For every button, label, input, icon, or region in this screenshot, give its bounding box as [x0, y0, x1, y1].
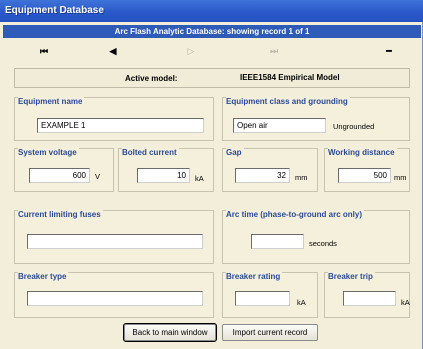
system-voltage-label: System voltage: [18, 148, 79, 157]
system-voltage-input[interactable]: 600: [29, 168, 90, 183]
record-navigation: ⏮ ◀ ▷ ⏭ ━: [0, 42, 423, 60]
bolted-current-input[interactable]: 10: [137, 168, 190, 183]
delete-record-icon[interactable]: ━: [378, 42, 400, 60]
breaker-trip-input[interactable]: [343, 291, 396, 306]
breaker-trip-label: Breaker trip: [328, 272, 375, 281]
working-distance-unit: mm: [394, 173, 407, 182]
gap-input[interactable]: 32: [235, 168, 290, 183]
bolted-current-group: Bolted current 10 kA: [118, 148, 214, 192]
system-voltage-group: System voltage 600 V: [14, 148, 114, 192]
breaker-type-input[interactable]: [27, 291, 203, 306]
arc-time-label: Arc time (phase-to-ground arc only): [226, 210, 365, 219]
working-distance-group: Working distance 500 mm: [324, 148, 410, 192]
system-voltage-unit: V: [95, 172, 101, 181]
equipment-class-input[interactable]: Open air: [233, 118, 326, 133]
working-distance-input[interactable]: 500: [338, 168, 391, 183]
equipment-name-label: Equipment name: [18, 97, 85, 106]
arc-time-group: Arc time (phase-to-ground arc only) seco…: [222, 210, 410, 264]
breaker-type-group: Breaker type: [14, 272, 214, 318]
back-to-main-window-button[interactable]: Back to main window: [123, 323, 217, 342]
breaker-rating-input[interactable]: [235, 291, 290, 306]
window-title: Equipment Database: [0, 0, 423, 22]
breaker-rating-group: Breaker rating kA: [222, 272, 318, 318]
arc-time-unit: seconds: [309, 239, 337, 248]
bolted-current-unit: kA: [195, 174, 204, 183]
active-model-label: Active model:: [125, 74, 178, 83]
previous-record-icon[interactable]: ◀: [102, 42, 124, 60]
record-status-header: Arc Flash Analytic Database: showing rec…: [3, 25, 421, 38]
fuses-input[interactable]: [27, 234, 203, 249]
breaker-trip-group: Breaker trip kA: [324, 272, 410, 318]
gap-unit: mm: [295, 173, 308, 182]
equipment-class-group: Equipment class and grounding Open air U…: [222, 97, 410, 141]
gap-group: Gap 32 mm: [222, 148, 318, 192]
breaker-rating-unit: kA: [297, 298, 306, 307]
last-record-icon[interactable]: ⏭: [263, 42, 285, 60]
fuses-label: Current limiting fuses: [18, 210, 103, 219]
working-distance-label: Working distance: [328, 148, 397, 157]
breaker-rating-label: Breaker rating: [226, 272, 283, 281]
next-record-icon[interactable]: ▷: [180, 42, 202, 60]
import-current-record-button[interactable]: Import current record: [222, 324, 318, 341]
equipment-database-window: Equipment Database Arc Flash Analytic Da…: [0, 0, 423, 349]
breaker-type-label: Breaker type: [18, 272, 69, 281]
grounding-text: Ungrounded: [333, 122, 375, 131]
equipment-name-input[interactable]: EXAMPLE 1: [37, 118, 204, 133]
bolted-current-label: Bolted current: [122, 148, 179, 157]
equipment-class-label: Equipment class and grounding: [226, 97, 350, 106]
breaker-trip-unit: kA: [401, 298, 410, 307]
equipment-name-group: Equipment name EXAMPLE 1: [14, 97, 214, 141]
first-record-icon[interactable]: ⏮: [33, 42, 55, 60]
active-model-bar: Active model: IEEE1584 Empirical Model: [14, 68, 410, 88]
active-model-value: IEEE1584 Empirical Model: [240, 73, 340, 82]
gap-label: Gap: [226, 148, 244, 157]
arc-time-input[interactable]: [251, 234, 304, 249]
fuses-group: Current limiting fuses: [14, 210, 214, 264]
